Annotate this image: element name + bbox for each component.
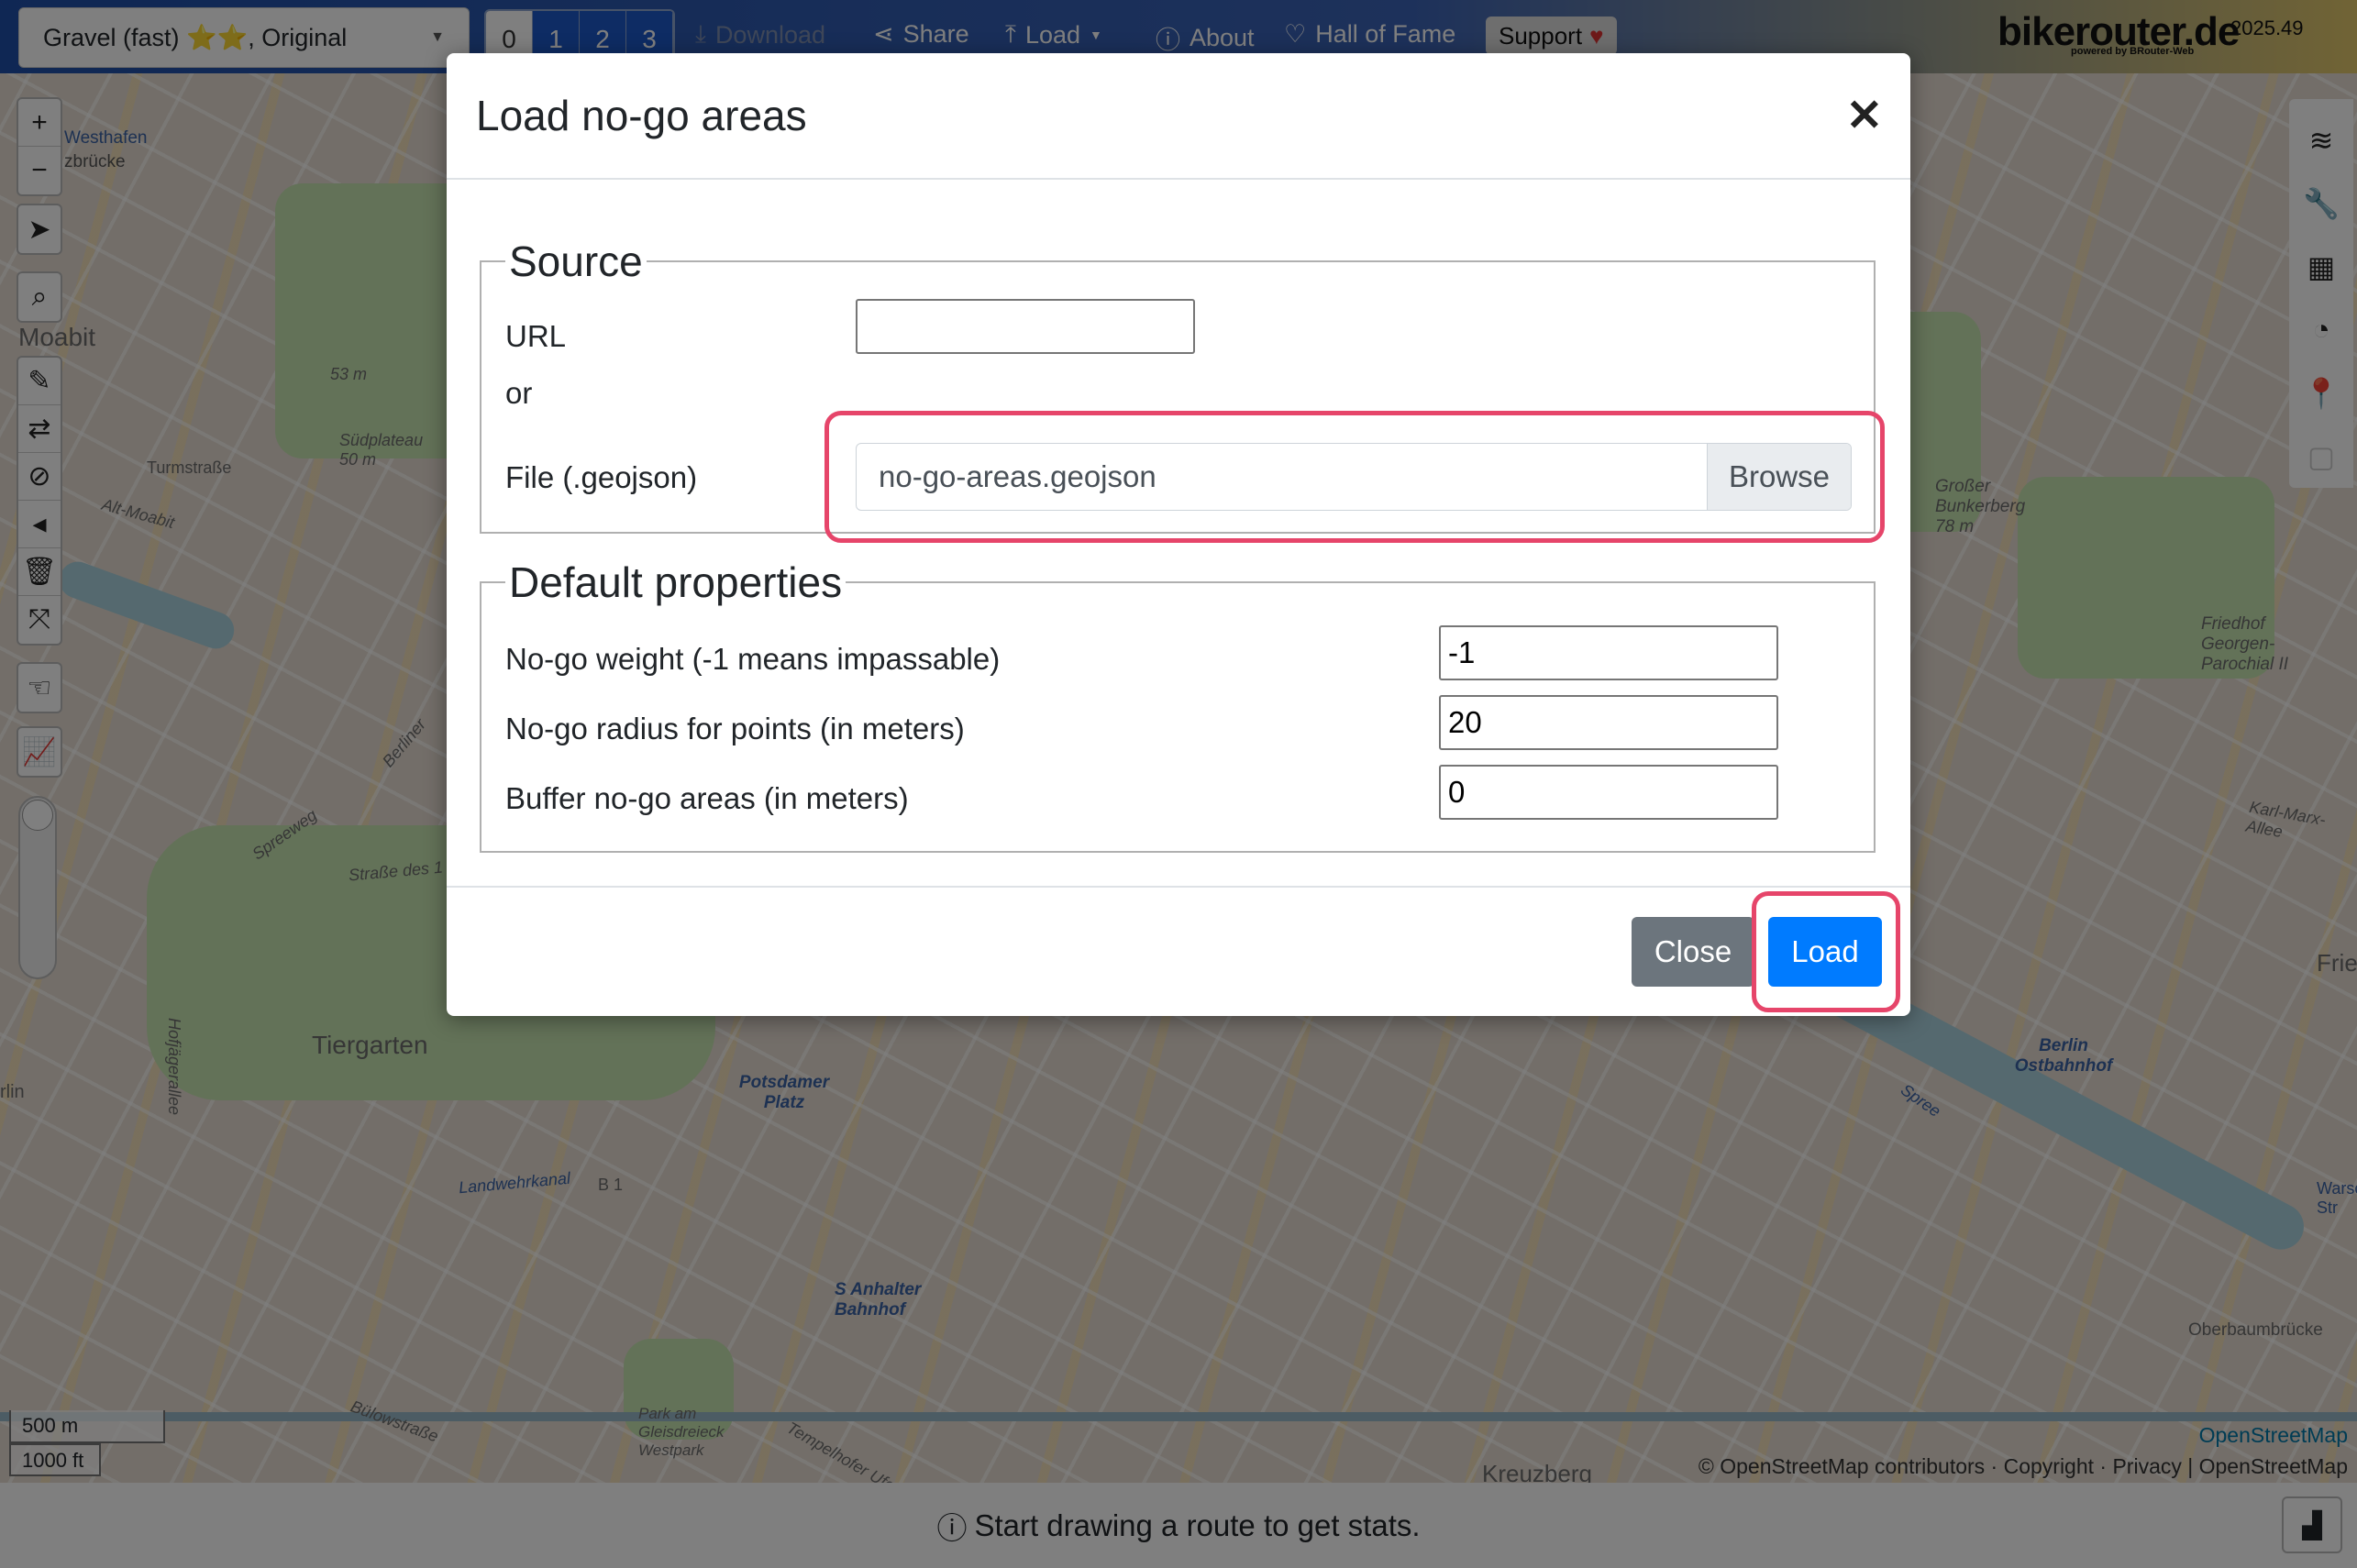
close-button[interactable]: Close [1632, 917, 1754, 987]
defaults-legend: Default properties [509, 558, 843, 606]
weight-label: No-go weight (-1 means impassable) [505, 642, 1001, 676]
browse-button[interactable]: Browse [1707, 444, 1851, 510]
or-label: or [505, 376, 533, 410]
file-input[interactable]: no-go-areas.geojson Browse [856, 443, 1852, 511]
url-label: URL [505, 319, 567, 353]
radius-label: No-go radius for points (in meters) [505, 712, 965, 745]
modal-title: Load no-go areas [476, 92, 807, 139]
file-label: File (.geojson) [505, 460, 698, 494]
load-no-go-dialog: Load no-go areas ✕ Source URL or File (.… [447, 53, 1910, 1016]
file-name[interactable]: no-go-areas.geojson [857, 444, 1707, 510]
url-input[interactable] [856, 299, 1195, 354]
weight-input[interactable]: -1 [1439, 625, 1778, 680]
close-icon[interactable]: ✕ [1846, 90, 1883, 141]
load-button[interactable]: Load [1768, 917, 1882, 987]
modal-header: Load no-go areas ✕ [447, 53, 1910, 180]
source-legend: Source [509, 237, 643, 285]
radius-input[interactable]: 20 [1439, 695, 1778, 750]
buffer-label: Buffer no-go areas (in meters) [505, 781, 909, 815]
buffer-input[interactable]: 0 [1439, 765, 1778, 820]
